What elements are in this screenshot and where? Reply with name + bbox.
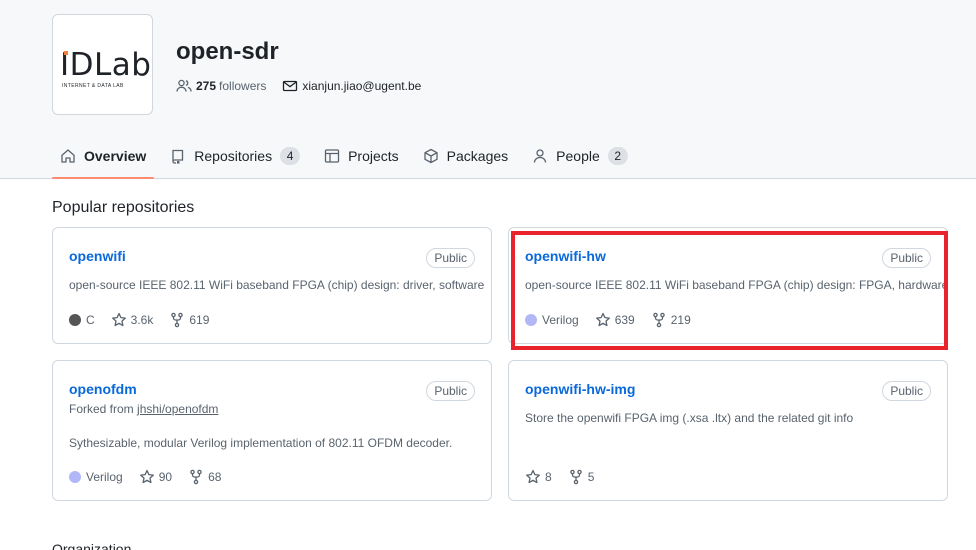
email-text: xianjun.jiao@ugent.be <box>302 79 422 93</box>
repo-card-openwifi-hw: openwifi-hw Public open-source IEEE 802.… <box>508 227 948 344</box>
fork-icon <box>190 469 202 485</box>
visibility-badge: Public <box>426 248 475 268</box>
avatar-logo-text: IDLab <box>60 47 152 83</box>
stars-count: 639 <box>614 313 635 327</box>
repo-card-openwifi-hw-img: openwifi-hw-img Public Store the openwif… <box>508 360 948 501</box>
star-icon <box>139 469 154 484</box>
email-link[interactable]: xianjun.jiao@ugent.be <box>282 78 421 94</box>
stars-link[interactable]: 8 <box>525 469 552 485</box>
star-icon <box>111 312 126 327</box>
repositories-count-badge: 4 <box>280 147 301 165</box>
table-icon <box>324 149 340 163</box>
forked-from-line: Forked from jhshi/openofdm <box>69 402 218 416</box>
visibility-badge: Public <box>426 381 475 401</box>
language-label: Verilog <box>86 470 123 484</box>
star-icon <box>595 312 610 327</box>
tab-projects-label: Projects <box>348 148 399 164</box>
tab-packages[interactable]: Packages <box>415 136 516 176</box>
forks-count: 219 <box>670 313 691 327</box>
forks-count: 619 <box>189 313 210 327</box>
repo-link-openwifi-hw[interactable]: openwifi-hw <box>525 248 606 264</box>
tab-people-label: People <box>556 148 600 164</box>
forks-link[interactable]: 68 <box>188 469 221 485</box>
repo-card-openofdm: openofdm Public Forked from jhshi/openof… <box>52 360 492 501</box>
org-meta: 275 followers xianjun.jiao@ugent.be <box>176 78 437 94</box>
language-color-dot <box>69 314 81 326</box>
popular-repositories-heading: Popular repositories <box>52 199 195 216</box>
forks-link[interactable]: 5 <box>568 469 595 485</box>
language-label: C <box>86 313 95 327</box>
repo-description: open-source IEEE 802.11 WiFi baseband FP… <box>525 278 949 292</box>
tab-overview-label: Overview <box>84 148 147 164</box>
mail-icon <box>283 80 298 92</box>
repo-link-openwifi[interactable]: openwifi <box>69 248 126 264</box>
people-icon <box>176 79 192 92</box>
visibility-badge: Public <box>882 248 931 268</box>
repo-description: Sythesizable, modular Verilog implementa… <box>69 436 453 450</box>
avatar-logo-subtext: INTERNET & DATA LAB <box>62 83 124 89</box>
stars-count: 8 <box>545 470 552 484</box>
forked-from-prefix: Forked from <box>69 402 134 416</box>
language-stat: Verilog <box>525 313 579 327</box>
repo-stats: Verilog 639 219 <box>525 312 707 328</box>
forks-count: 5 <box>587 470 595 484</box>
people-count-badge: 2 <box>607 147 628 165</box>
tab-repositories[interactable]: Repositories 4 <box>162 136 308 176</box>
tab-people[interactable]: People 2 <box>524 136 636 176</box>
star-icon <box>526 469 540 484</box>
repo-stats: Verilog 90 68 <box>69 469 237 485</box>
tab-packages-label: Packages <box>446 148 509 164</box>
package-icon <box>424 148 438 164</box>
followers-label: followers <box>219 79 267 93</box>
language-label: Verilog <box>542 313 579 327</box>
forked-from-link[interactable]: jhshi/openofdm <box>137 402 218 416</box>
language-stat: Verilog <box>69 470 123 484</box>
language-stat: C <box>69 313 95 327</box>
repo-card-openwifi: openwifi Public open-source IEEE 802.11 … <box>52 227 492 344</box>
forks-link[interactable]: 619 <box>169 312 209 328</box>
followers-count: 275 <box>196 79 217 93</box>
fork-icon <box>652 312 665 328</box>
stars-count: 3.6k <box>130 313 154 327</box>
repo-link-openwifi-hw-img[interactable]: openwifi-hw-img <box>525 381 635 397</box>
language-color-dot <box>69 471 81 483</box>
forks-link[interactable]: 219 <box>651 312 691 328</box>
stars-link[interactable]: 90 <box>139 469 172 485</box>
org-nav-tabs: Overview Repositories 4 Projects Package… <box>52 136 644 179</box>
followers-link[interactable]: 275 followers <box>176 78 266 94</box>
visibility-badge: Public <box>882 381 931 401</box>
repo-link-openofdm[interactable]: openofdm <box>69 381 137 397</box>
repo-icon <box>172 149 184 164</box>
tab-overview[interactable]: Overview <box>52 136 155 179</box>
repo-description: open-source IEEE 802.11 WiFi baseband FP… <box>69 278 485 292</box>
language-color-dot <box>525 314 537 326</box>
home-icon <box>61 149 75 163</box>
person-icon <box>534 149 547 163</box>
repo-description: Store the openwifi FPGA img (.xsa .ltx) … <box>525 411 854 425</box>
org-avatar[interactable]: IDLab INTERNET & DATA LAB <box>52 14 153 115</box>
repo-stats: 8 5 <box>525 469 610 485</box>
forks-count: 68 <box>208 470 222 484</box>
fork-icon <box>569 469 582 485</box>
stars-count: 90 <box>158 470 173 484</box>
org-header: IDLab INTERNET & DATA LAB open-sdr 275 f… <box>0 0 976 179</box>
org-name: open-sdr <box>176 38 279 65</box>
fork-icon <box>171 312 184 328</box>
logo-accent-dot <box>64 51 68 55</box>
next-section-heading: Organization <box>52 541 132 550</box>
stars-link[interactable]: 3.6k <box>111 312 154 328</box>
repo-stats: C 3.6k 619 <box>69 312 225 328</box>
stars-link[interactable]: 639 <box>595 312 635 328</box>
tab-projects[interactable]: Projects <box>316 136 407 176</box>
tab-repositories-label: Repositories <box>194 148 273 164</box>
